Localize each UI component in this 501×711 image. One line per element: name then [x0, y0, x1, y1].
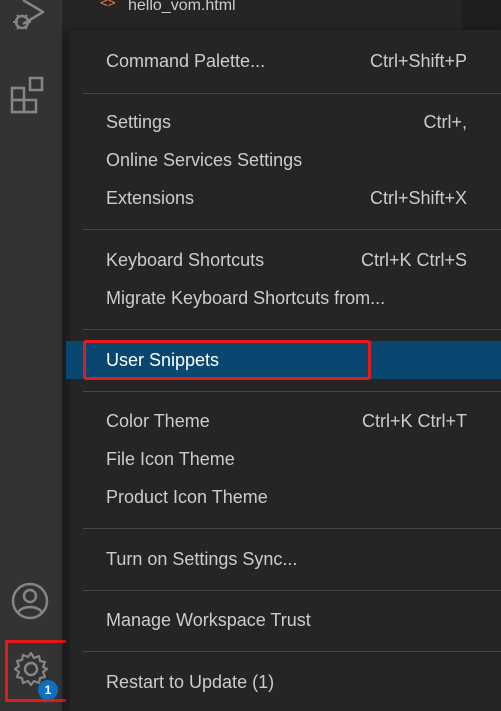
menu-item-color-theme[interactable]: Color Theme Ctrl+K Ctrl+T	[66, 402, 501, 440]
menu-item-online-services[interactable]: Online Services Settings	[66, 141, 501, 179]
menu-item-shortcut: Ctrl+K Ctrl+S	[360, 249, 467, 270]
menu-separator	[83, 229, 501, 230]
menu-item-settings-sync[interactable]: Turn on Settings Sync...	[66, 540, 501, 578]
menu-item-product-icon-theme[interactable]: Product Icon Theme	[66, 478, 501, 516]
menu-separator	[83, 329, 501, 330]
account-icon[interactable]	[9, 580, 51, 622]
menu-item-settings[interactable]: Settings Ctrl+,	[66, 103, 501, 141]
menu-item-label: Color Theme	[106, 410, 210, 431]
menu-separator	[83, 391, 501, 392]
editor-area	[462, 0, 501, 32]
menu-item-label: Command Palette...	[106, 50, 266, 71]
menu-item-shortcut: Ctrl+Shift+X	[369, 187, 467, 208]
manage-gear-highlight[interactable]: 1	[5, 640, 71, 702]
menu-item-extensions[interactable]: Extensions Ctrl+Shift+X	[66, 179, 501, 217]
menu-item-label: Manage Workspace Trust	[106, 609, 311, 630]
menu-separator	[83, 651, 501, 652]
menu-item-shortcut: Ctrl+K Ctrl+T	[361, 410, 467, 431]
html-file-icon: <>	[100, 0, 116, 11]
run-debug-icon[interactable]	[9, 0, 51, 36]
update-badge: 1	[38, 680, 58, 700]
menu-item-label: Turn on Settings Sync...	[106, 548, 298, 569]
menu-item-label: Migrate Keyboard Shortcuts from...	[106, 287, 386, 308]
menu-item-file-icon-theme[interactable]: File Icon Theme	[66, 440, 501, 478]
menu-item-migrate-shortcuts[interactable]: Migrate Keyboard Shortcuts from...	[66, 279, 501, 317]
extensions-icon[interactable]	[9, 74, 51, 116]
menu-item-command-palette[interactable]: Command Palette... Ctrl+Shift+P	[66, 42, 501, 80]
user-snippets-highlight	[83, 340, 371, 380]
menu-item-label: Settings	[106, 111, 172, 132]
menu-item-shortcut: Ctrl+,	[423, 111, 467, 132]
menu-item-label: File Icon Theme	[106, 448, 235, 469]
file-name: hello_vom.html	[128, 0, 236, 14]
menu-item-restart-update[interactable]: Restart to Update (1)	[66, 663, 501, 701]
menu-item-label: Product Icon Theme	[106, 486, 268, 507]
menu-item-label: Restart to Update (1)	[106, 671, 275, 692]
menu-separator	[83, 93, 501, 94]
menu-separator	[83, 528, 501, 529]
menu-item-label: Online Services Settings	[106, 149, 303, 170]
menu-item-label: Extensions	[106, 187, 195, 208]
menu-item-label: Keyboard Shortcuts	[106, 249, 265, 270]
menu-separator	[83, 590, 501, 591]
explorer-file-row[interactable]: <> hello_vom.html	[62, 0, 462, 18]
menu-item-shortcut: Ctrl+Shift+P	[369, 50, 467, 71]
activity-bar: 1	[0, 0, 71, 711]
menu-item-workspace-trust[interactable]: Manage Workspace Trust	[66, 601, 501, 639]
menu-item-keyboard-shortcuts[interactable]: Keyboard Shortcuts Ctrl+K Ctrl+S	[66, 241, 501, 279]
